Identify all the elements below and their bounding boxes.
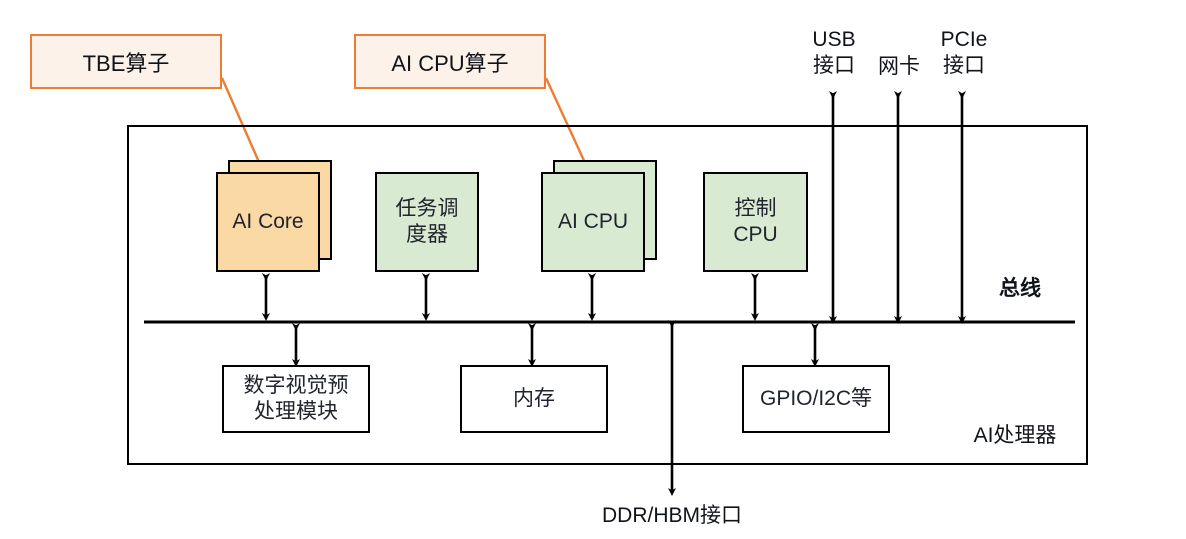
- memory-block[interactable]: 内存: [460, 365, 608, 433]
- ddr-hbm-interface-label: DDR/HBM接口: [602, 504, 742, 527]
- task-scheduler-block[interactable]: 任务调 度器: [375, 172, 479, 272]
- bus-label: 总线: [999, 277, 1041, 300]
- callout-tbe[interactable]: TBE算子: [30, 34, 222, 89]
- gpio-block[interactable]: GPIO/I2C等: [742, 365, 890, 433]
- control-cpu-block[interactable]: 控制 CPU: [703, 172, 808, 272]
- ai-processor-label: AI处理器: [973, 424, 1057, 447]
- ai-processor-architecture-diagram: TBE算子 AI CPU算子 AI Core 任务调 度器 AI CPU 控制 …: [0, 0, 1186, 539]
- pcie-interface-label: PCIe 接口: [940, 28, 988, 77]
- ai-core-block[interactable]: AI Core: [216, 172, 320, 272]
- dvpp-block[interactable]: 数字视觉预 处理模块: [222, 365, 370, 433]
- ai-cpu-block[interactable]: AI CPU: [541, 172, 645, 272]
- callout-ai-cpu[interactable]: AI CPU算子: [354, 34, 546, 89]
